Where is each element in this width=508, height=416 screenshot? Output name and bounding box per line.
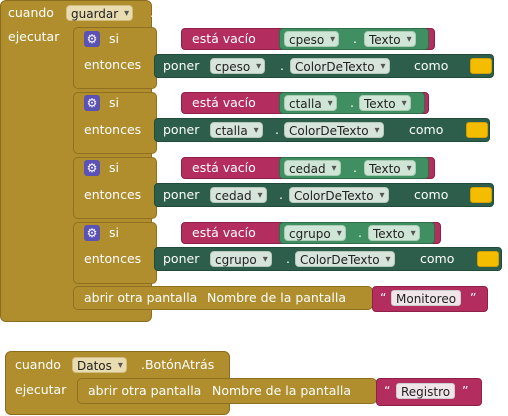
do-label: ejecutar xyxy=(15,382,67,397)
dot-label: . xyxy=(279,187,283,202)
when-label: cuando xyxy=(8,5,54,20)
open-screen-label: abrir otra pantalla xyxy=(88,383,202,398)
dot-label: . xyxy=(280,58,284,73)
screen-name-label: Nombre de la pantalla xyxy=(212,383,352,398)
set-component-dropdown[interactable]: cpeso xyxy=(210,58,266,75)
string-value[interactable]: Registro xyxy=(396,383,456,399)
when-label: cuando xyxy=(15,357,61,372)
as-label: como xyxy=(414,187,449,202)
set-prop-dropdown[interactable]: ColorDeTexto xyxy=(295,251,395,268)
text-component-dropdown[interactable]: ctalla xyxy=(284,95,337,112)
set-component-dropdown[interactable]: cgrupo xyxy=(210,251,272,268)
text-prop-dropdown[interactable]: Texto xyxy=(359,95,411,112)
text-component-dropdown[interactable]: cpeso xyxy=(284,31,340,48)
text-component-dropdown[interactable]: cgrupo xyxy=(284,225,346,242)
if-label: si xyxy=(109,160,119,175)
dot-label: . xyxy=(358,225,362,240)
quote-open-icon: “ xyxy=(380,290,387,305)
text-prop-dropdown[interactable]: Texto xyxy=(368,225,420,242)
if-label: si xyxy=(109,31,119,46)
screen-name-label: Nombre de la pantalla xyxy=(207,290,347,305)
color-swatch[interactable] xyxy=(470,58,492,74)
then-label: entonces xyxy=(84,187,142,202)
dot-label: . xyxy=(353,160,357,175)
then-label: entonces xyxy=(84,122,142,137)
dot-label: . xyxy=(353,31,357,46)
set-component-dropdown[interactable]: ctalla xyxy=(210,122,263,139)
component-dropdown-datos[interactable]: Datos xyxy=(72,357,127,374)
open-screen-label: abrir otra pantalla xyxy=(84,290,198,305)
set-label: poner xyxy=(163,58,200,73)
set-label: poner xyxy=(163,187,200,202)
color-swatch[interactable] xyxy=(470,187,492,203)
quote-open-icon: “ xyxy=(384,383,391,398)
if-label: si xyxy=(109,95,119,110)
component-dropdown-guardar[interactable]: guardar xyxy=(66,5,134,22)
text-component-dropdown[interactable]: cedad xyxy=(284,160,341,177)
set-prop-dropdown[interactable]: ColorDeTexto xyxy=(290,58,390,75)
then-label: entonces xyxy=(84,57,142,72)
gear-icon[interactable]: ⚙ xyxy=(84,225,100,241)
string-value[interactable]: Monitoreo xyxy=(391,290,462,306)
is-empty-label: está vacío xyxy=(192,225,256,240)
text-prop-dropdown[interactable]: Texto xyxy=(364,31,416,48)
quote-close-icon: ” xyxy=(462,383,469,398)
text-prop-dropdown[interactable]: Texto xyxy=(364,160,416,177)
gear-icon[interactable]: ⚙ xyxy=(84,95,100,111)
set-prop-dropdown[interactable]: ColorDeTexto xyxy=(289,187,389,204)
if-label: si xyxy=(109,225,119,240)
is-empty-label: está vacío xyxy=(192,95,256,110)
gear-icon[interactable]: ⚙ xyxy=(84,31,100,47)
as-label: como xyxy=(420,251,455,266)
event-name-label: .BotónAtrás xyxy=(141,357,215,372)
event-name-label: .Clic xyxy=(150,5,177,20)
quote-close-icon: ” xyxy=(470,290,477,305)
color-swatch[interactable] xyxy=(466,122,488,138)
dot-label: . xyxy=(275,122,279,137)
gear-icon[interactable]: ⚙ xyxy=(84,160,100,176)
set-prop-dropdown[interactable]: ColorDeTexto xyxy=(284,122,384,139)
is-empty-label: está vacío xyxy=(192,31,256,46)
as-label: como xyxy=(409,122,444,137)
then-label: entonces xyxy=(84,251,142,266)
dot-label: . xyxy=(350,95,354,110)
color-swatch[interactable] xyxy=(477,251,499,267)
do-label: ejecutar xyxy=(8,29,60,44)
dot-label: . xyxy=(286,251,290,266)
is-empty-label: está vacío xyxy=(192,160,256,175)
as-label: como xyxy=(414,58,449,73)
set-label: poner xyxy=(163,251,200,266)
set-label: poner xyxy=(163,122,200,137)
set-component-dropdown[interactable]: cedad xyxy=(210,187,267,204)
